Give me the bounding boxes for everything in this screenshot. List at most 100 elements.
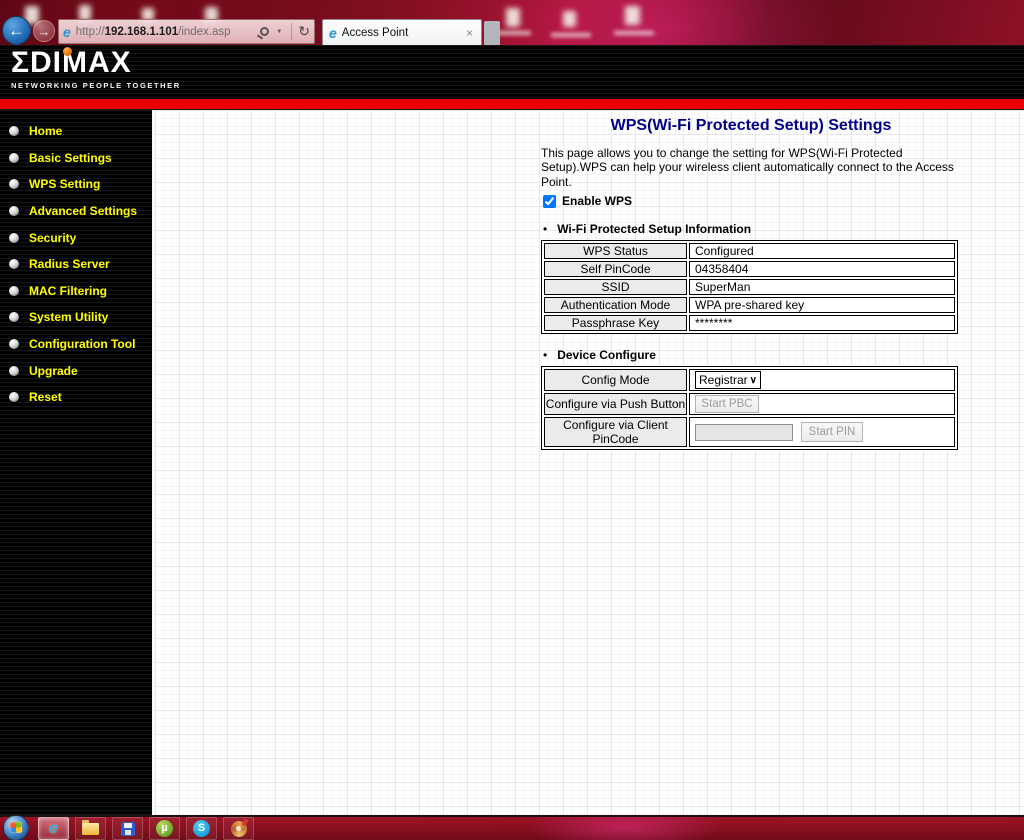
tab-access-point[interactable]: e Access Point × xyxy=(322,19,482,45)
refresh-icon[interactable]: ↻ xyxy=(291,23,310,40)
row-label: Authentication Mode xyxy=(544,297,687,314)
bullet-icon xyxy=(9,285,19,296)
paint-icon xyxy=(230,820,247,837)
new-tab-button[interactable] xyxy=(484,21,500,45)
start-button[interactable] xyxy=(3,814,29,840)
bullet-icon xyxy=(9,152,19,163)
bullet-icon xyxy=(9,365,19,376)
bullet-icon: • xyxy=(543,348,548,363)
wps-info-table: WPS Status Configured Self PinCode 04358… xyxy=(541,240,958,335)
table-row: Passphrase Key ******** xyxy=(544,315,955,332)
sidebar-item-advanced-settings[interactable]: Advanced Settings xyxy=(0,198,152,225)
device-configure-table: Config Mode Registrar ∨ Configure via Pu… xyxy=(541,366,958,451)
logo-text: ΣDIMAX xyxy=(11,46,132,79)
logo-tagline: NETWORKING PEOPLE TOGETHER xyxy=(11,81,181,90)
sidebar-item-label: Configuration Tool xyxy=(29,337,136,352)
row-label: WPS Status xyxy=(544,243,687,260)
row-label: Passphrase Key xyxy=(544,315,687,332)
sidebar-item-security[interactable]: Security xyxy=(0,224,152,251)
sidebar-item-label: WPS Setting xyxy=(29,177,101,192)
client-pincode-input[interactable] xyxy=(695,423,793,441)
enable-wps-row: Enable WPS xyxy=(543,194,961,208)
url-host: 192.168.1.101 xyxy=(104,25,179,38)
internet-explorer-icon: e xyxy=(49,819,58,837)
row-label: Self PinCode xyxy=(544,261,687,278)
sidebar-nav: Home Basic Settings WPS Setting Advanced… xyxy=(0,110,155,815)
ie-tab-icon: e xyxy=(329,24,337,41)
site-header: ΣDIMAX NETWORKING PEOPLE TOGETHER xyxy=(0,45,1024,98)
row-label: Config Mode xyxy=(544,369,687,392)
row-value: ******** xyxy=(689,315,955,332)
browser-forward-button[interactable]: → xyxy=(33,20,55,42)
sidebar-item-label: System Utility xyxy=(29,310,109,325)
bullet-icon xyxy=(9,392,19,403)
bullet-icon xyxy=(9,339,19,350)
enable-wps-label: Enable WPS xyxy=(562,194,633,209)
close-icon[interactable]: × xyxy=(464,26,475,40)
row-value: 04358404 xyxy=(689,261,955,278)
windows-logo-icon xyxy=(9,821,23,834)
sidebar-item-label: Basic Settings xyxy=(29,150,112,165)
skype-icon: S xyxy=(193,820,210,837)
sidebar-item-home[interactable]: Home xyxy=(0,118,152,145)
config-mode-select[interactable]: Registrar ∨ xyxy=(695,371,761,390)
chevron-down-icon[interactable]: ▼ xyxy=(276,29,282,35)
bullet-icon xyxy=(9,259,19,270)
sidebar-item-system-utility[interactable]: System Utility xyxy=(0,304,152,331)
search-icon[interactable] xyxy=(260,27,270,36)
url-text: http://192.168.1.101/index.asp xyxy=(76,26,258,38)
enable-wps-checkbox[interactable] xyxy=(543,194,556,208)
sidebar-item-wps-setting[interactable]: WPS Setting xyxy=(0,171,152,198)
start-pin-button[interactable]: Start PIN xyxy=(801,422,863,443)
row-label: SSID xyxy=(544,279,687,296)
row-value: Configured xyxy=(689,243,955,260)
bullet-icon xyxy=(9,206,19,217)
page-description: This page allows you to change the setti… xyxy=(541,146,954,189)
sidebar-item-reset[interactable]: Reset xyxy=(0,384,152,411)
taskbar-item-internet-explorer[interactable]: e xyxy=(38,817,69,840)
floppy-disk-icon xyxy=(120,821,135,836)
content-area: WPS(Wi-Fi Protected Setup) Settings This… xyxy=(155,110,1024,815)
row-label: Configure via Push Button xyxy=(544,393,687,416)
sidebar-item-upgrade[interactable]: Upgrade xyxy=(0,357,152,384)
red-accent-bar xyxy=(0,98,1024,110)
screen: ← → e http://192.168.1.101/index.asp ▼ ↻… xyxy=(0,0,1024,840)
sidebar-item-configuration-tool[interactable]: Configuration Tool xyxy=(0,331,152,358)
utorrent-icon: µ xyxy=(156,820,173,837)
sidebar-item-label: Security xyxy=(29,230,77,245)
sidebar-item-radius-server[interactable]: Radius Server xyxy=(0,251,152,278)
sidebar-item-label: Upgrade xyxy=(29,363,78,378)
back-arrow-icon: ← xyxy=(8,20,25,40)
config-mode-value: Registrar xyxy=(699,373,748,388)
bullet-icon xyxy=(9,179,19,190)
table-row: Configure via Push Button Start PBC xyxy=(544,393,955,416)
page-body: Home Basic Settings WPS Setting Advanced… xyxy=(0,110,1024,815)
bullet-icon xyxy=(9,126,19,137)
row-value: SuperMan xyxy=(689,279,955,296)
browser-viewport: ΣDIMAX NETWORKING PEOPLE TOGETHER Home B… xyxy=(0,45,1024,815)
taskbar: e µ S xyxy=(0,814,1024,840)
address-bar[interactable]: e http://192.168.1.101/index.asp ▼ ↻ xyxy=(58,19,315,44)
bullet-icon: • xyxy=(543,222,548,237)
sidebar-item-mac-filtering[interactable]: MAC Filtering xyxy=(0,278,152,305)
table-row: SSID SuperMan xyxy=(544,279,955,296)
info-section-heading: • Wi-Fi Protected Setup Information xyxy=(543,222,961,236)
url-prefix: http:// xyxy=(75,25,105,38)
bullet-icon xyxy=(9,232,19,243)
edimax-logo: ΣDIMAX NETWORKING PEOPLE TOGETHER xyxy=(11,46,181,90)
section-title: Device Configure xyxy=(557,348,656,363)
browser-back-button[interactable]: ← xyxy=(2,16,31,45)
table-row: Self PinCode 04358404 xyxy=(544,261,955,278)
sidebar-item-label: Advanced Settings xyxy=(29,204,138,219)
start-pbc-button[interactable]: Start PBC xyxy=(695,395,759,414)
taskbar-item-explorer[interactable] xyxy=(75,817,106,840)
sidebar-item-basic-settings[interactable]: Basic Settings xyxy=(0,145,152,172)
taskbar-item-paint[interactable] xyxy=(223,817,254,840)
taskbar-item-skype[interactable]: S xyxy=(186,817,217,840)
taskbar-item-utorrent[interactable]: µ xyxy=(149,817,180,840)
sidebar-item-label: Reset xyxy=(29,390,62,405)
forward-arrow-icon: → xyxy=(37,23,51,39)
taskbar-item-save[interactable] xyxy=(112,817,143,840)
page-title: WPS(Wi-Fi Protected Setup) Settings xyxy=(610,117,892,134)
table-row: Config Mode Registrar ∨ xyxy=(544,369,955,392)
